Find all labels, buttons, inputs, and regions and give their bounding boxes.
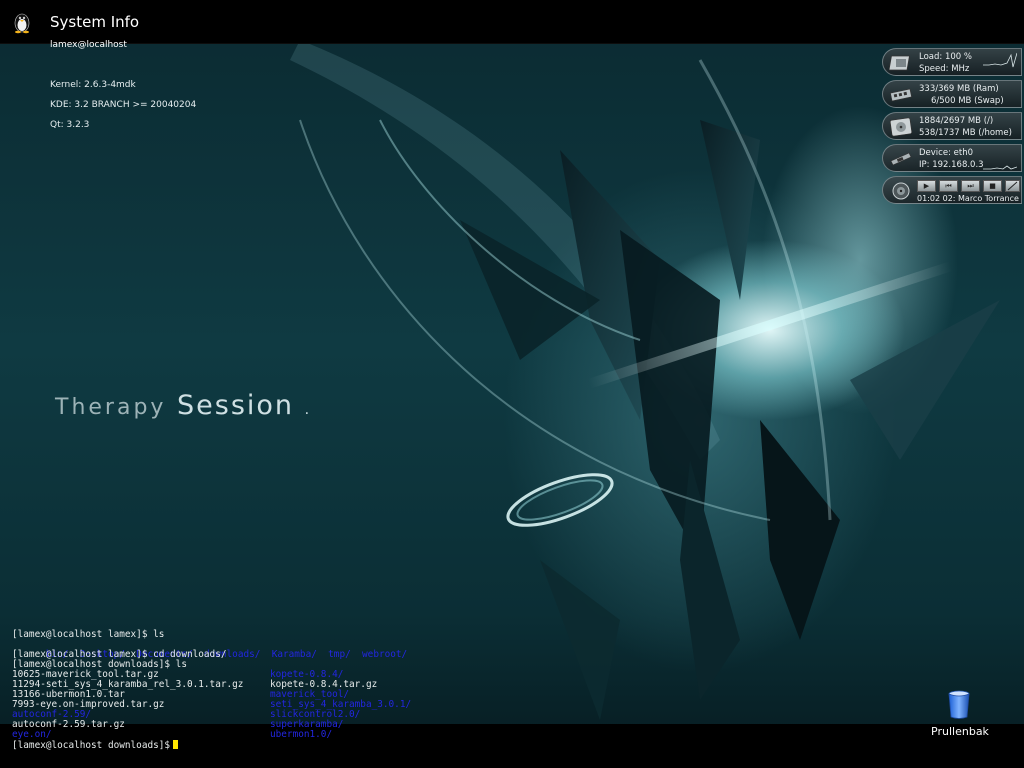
memory-widget[interactable]: 333/369 MB (Ram) 6/500 MB (Swap) [882, 80, 1022, 108]
theme-title: Therapy Session . [55, 390, 311, 421]
terminal-line: [lamex@localhost lamex]$ ls [12, 629, 165, 640]
dir-entry: webroot/ [362, 649, 408, 660]
theme-title-part-b: Session [177, 390, 295, 421]
ram-usage-text: 333/369 MB (Ram) [919, 84, 999, 94]
stop-button[interactable]: ■ [983, 180, 1002, 192]
ram-module-icon [889, 88, 913, 102]
cpu-load-text: Load: 100 % [919, 52, 972, 62]
disk-home-text: 538/1737 MB (/home) [919, 128, 1012, 138]
hard-disk-icon [889, 117, 913, 137]
trash-desktop-icon[interactable]: Prullenbak [928, 690, 992, 740]
disk-widget[interactable]: 1884/2697 MB (/) 538/1737 MB (/home) [882, 112, 1022, 140]
user-host-label: lamex@localhost [50, 40, 127, 50]
kernel-version: Kernel: 2.6.3-4mdk [50, 80, 136, 90]
network-graph [983, 165, 1017, 170]
system-info-title: System Info [50, 13, 140, 31]
trash-bin-icon [948, 690, 970, 719]
theme-title-part-a: Therapy [55, 395, 167, 420]
kde-version: KDE: 3.2 BRANCH >= 20040204 [50, 100, 197, 110]
terminal-console-tail[interactable]: autoconf-2.59.tar.gz superkaramba/ eye.o… [0, 720, 900, 756]
network-card-icon [890, 152, 912, 166]
prompt-text: [lamex@localhost downloads]$ [12, 740, 171, 751]
system-info-bar: System Info [0, 0, 1024, 44]
close-player-button[interactable] [1005, 180, 1020, 192]
swap-usage-text: 6/500 MB (Swap) [931, 96, 1004, 106]
next-button[interactable]: ⏭ [961, 180, 980, 192]
qt-version: Qt: 3.2.3 [50, 120, 90, 130]
cpu-widget[interactable]: Load: 100 % Speed: MHz [882, 48, 1022, 76]
media-player-widget[interactable]: ▶ ⏮ ⏭ ■ 01:02 02: Marco Torrance [882, 176, 1022, 204]
listing-right: ubermon1.0/ [270, 729, 333, 740]
cpu-speed-text: Speed: MHz [919, 64, 970, 74]
cpu-graph [983, 52, 1017, 68]
network-device-text: Device: eth0 [919, 148, 973, 158]
theme-title-dot: . [304, 402, 312, 418]
dir-entry: Karamba/ [271, 649, 317, 660]
network-widget[interactable]: Device: eth0 IP: 192.168.0.3 [882, 144, 1022, 172]
terminal-prompt[interactable]: [lamex@localhost downloads]$ [12, 740, 179, 751]
desktop-background: System Info lamex@localhost Kernel: 2.6.… [0, 0, 1024, 768]
tux-penguin-icon[interactable] [10, 10, 34, 34]
trash-label: Prullenbak [931, 725, 989, 738]
play-button[interactable]: ▶ [917, 180, 936, 192]
disk-root-text: 1884/2697 MB (/) [919, 116, 994, 126]
listing-left: eye.on/ [12, 729, 52, 740]
text-cursor [173, 740, 179, 749]
terminal-console[interactable]: [lamex@localhost lamex]$ ls bin/ Desktop… [0, 630, 1024, 724]
dir-entry: tmp/ [328, 649, 351, 660]
network-ip-text: IP: 192.168.0.3 [919, 160, 984, 170]
speaker-icon [892, 182, 910, 200]
slash-icon [1007, 181, 1018, 191]
cpu-chip-icon [889, 55, 910, 71]
previous-button[interactable]: ⏮ [939, 180, 958, 192]
track-status-text: 01:02 02: Marco Torrance [917, 194, 1019, 203]
